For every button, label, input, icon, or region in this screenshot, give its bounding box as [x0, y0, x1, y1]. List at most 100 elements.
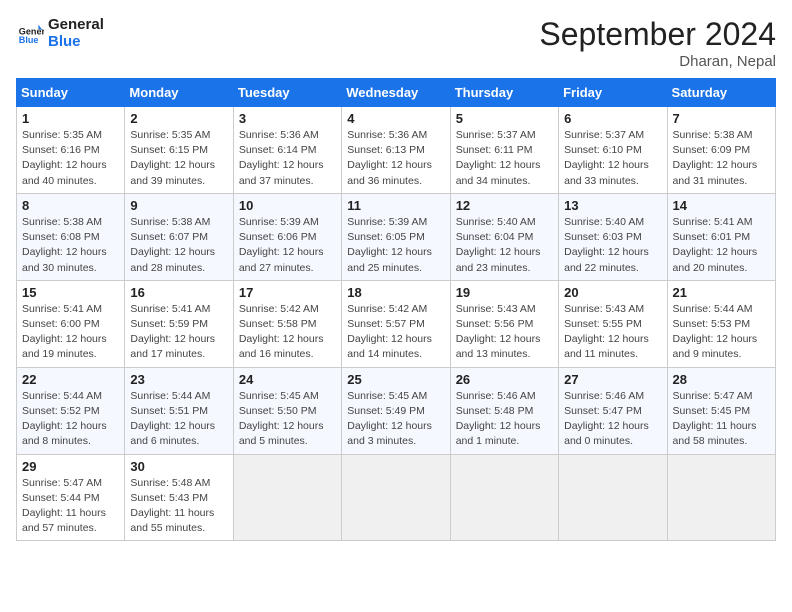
- calendar-cell: 17 Sunrise: 5:42 AM Sunset: 5:58 PM Dayli…: [233, 280, 341, 367]
- day-number: 13: [564, 198, 661, 213]
- calendar-cell: 23Sunrise: 5:44 AM Sunset: 5:51 PM Dayli…: [125, 367, 233, 454]
- calendar-cell: 7 Sunrise: 5:38 AM Sunset: 6:09 PM Daylig…: [667, 107, 775, 194]
- calendar-cell: 6 Sunrise: 5:37 AM Sunset: 6:10 PM Daylig…: [559, 107, 667, 194]
- day-number: 15: [22, 285, 119, 300]
- calendar-cell: 18 Sunrise: 5:42 AM Sunset: 5:57 PM Dayli…: [342, 280, 450, 367]
- calendar-week-row: 8 Sunrise: 5:38 AM Sunset: 6:08 PM Daylig…: [17, 193, 776, 280]
- day-info: Sunrise: 5:48 AM Sunset: 5:43 PM Dayligh…: [130, 476, 227, 537]
- day-number: 3: [239, 111, 336, 126]
- logo-text: GeneralBlue: [48, 16, 104, 50]
- day-number: 5: [456, 111, 553, 126]
- weekday-header: Saturday: [667, 79, 775, 107]
- calendar-header: SundayMondayTuesdayWednesdayThursdayFrid…: [17, 79, 776, 107]
- day-info: Sunrise: 5:36 AM Sunset: 6:14 PM Dayligh…: [239, 128, 336, 189]
- day-info: Sunrise: 5:44 AM Sunset: 5:51 PM Dayligh…: [130, 389, 227, 450]
- day-number: 22: [22, 372, 119, 387]
- day-number: 8: [22, 198, 119, 213]
- calendar-cell: 12 Sunrise: 5:40 AM Sunset: 6:04 PM Dayli…: [450, 193, 558, 280]
- day-info: Sunrise: 5:44 AM Sunset: 5:52 PM Dayligh…: [22, 389, 119, 450]
- calendar-cell: 8 Sunrise: 5:38 AM Sunset: 6:08 PM Daylig…: [17, 193, 125, 280]
- day-info: Sunrise: 5:37 AM Sunset: 6:11 PM Dayligh…: [456, 128, 553, 189]
- calendar-cell: 30 Sunrise: 5:48 AM Sunset: 5:43 PM Dayli…: [125, 454, 233, 541]
- day-number: 26: [456, 372, 553, 387]
- day-number: 28: [673, 372, 770, 387]
- calendar-cell: 11Sunrise: 5:39 AM Sunset: 6:05 PM Dayli…: [342, 193, 450, 280]
- day-info: Sunrise: 5:44 AM Sunset: 5:53 PM Dayligh…: [673, 302, 770, 363]
- day-info: Sunrise: 5:39 AM Sunset: 6:06 PM Dayligh…: [239, 215, 336, 276]
- day-info: Sunrise: 5:46 AM Sunset: 5:47 PM Dayligh…: [564, 389, 661, 450]
- day-info: Sunrise: 5:35 AM Sunset: 6:16 PM Dayligh…: [22, 128, 119, 189]
- svg-text:Blue: Blue: [19, 35, 39, 45]
- day-number: 7: [673, 111, 770, 126]
- day-number: 1: [22, 111, 119, 126]
- calendar-cell: 10 Sunrise: 5:39 AM Sunset: 6:06 PM Dayli…: [233, 193, 341, 280]
- day-number: 16: [130, 285, 227, 300]
- calendar-cell: 29Sunrise: 5:47 AM Sunset: 5:44 PM Dayli…: [17, 454, 125, 541]
- calendar-cell: [559, 454, 667, 541]
- calendar-week-row: 22 Sunrise: 5:44 AM Sunset: 5:52 PM Dayli…: [17, 367, 776, 454]
- page-header: General Blue GeneralBlue September 2024 …: [16, 16, 776, 70]
- day-info: Sunrise: 5:45 AM Sunset: 5:49 PM Dayligh…: [347, 389, 444, 450]
- calendar-cell: 28 Sunrise: 5:47 AM Sunset: 5:45 PM Dayli…: [667, 367, 775, 454]
- day-number: 9: [130, 198, 227, 213]
- calendar-cell: 4 Sunrise: 5:36 AM Sunset: 6:13 PM Daylig…: [342, 107, 450, 194]
- calendar-cell: [342, 454, 450, 541]
- day-number: 25: [347, 372, 444, 387]
- calendar-cell: 16 Sunrise: 5:41 AM Sunset: 5:59 PM Dayli…: [125, 280, 233, 367]
- calendar-week-row: 15 Sunrise: 5:41 AM Sunset: 6:00 PM Dayli…: [17, 280, 776, 367]
- logo-icon: General Blue: [16, 19, 44, 47]
- day-number: 21: [673, 285, 770, 300]
- weekday-header: Friday: [559, 79, 667, 107]
- day-number: 2: [130, 111, 227, 126]
- month-title: September 2024: [539, 16, 776, 53]
- day-number: 17: [239, 285, 336, 300]
- day-number: 11: [347, 198, 444, 213]
- day-info: Sunrise: 5:42 AM Sunset: 5:57 PM Dayligh…: [347, 302, 444, 363]
- weekday-header: Thursday: [450, 79, 558, 107]
- calendar-cell: 14 Sunrise: 5:41 AM Sunset: 6:01 PM Dayli…: [667, 193, 775, 280]
- day-number: 18: [347, 285, 444, 300]
- day-number: 12: [456, 198, 553, 213]
- calendar-cell: 1 Sunrise: 5:35 AM Sunset: 6:16 PM Daylig…: [17, 107, 125, 194]
- day-info: Sunrise: 5:36 AM Sunset: 6:13 PM Dayligh…: [347, 128, 444, 189]
- calendar-cell: 26 Sunrise: 5:46 AM Sunset: 5:48 PM Dayli…: [450, 367, 558, 454]
- day-number: 27: [564, 372, 661, 387]
- day-number: 20: [564, 285, 661, 300]
- calendar-cell: [450, 454, 558, 541]
- day-number: 19: [456, 285, 553, 300]
- calendar-cell: 15 Sunrise: 5:41 AM Sunset: 6:00 PM Dayli…: [17, 280, 125, 367]
- day-info: Sunrise: 5:40 AM Sunset: 6:04 PM Dayligh…: [456, 215, 553, 276]
- day-info: Sunrise: 5:35 AM Sunset: 6:15 PM Dayligh…: [130, 128, 227, 189]
- day-info: Sunrise: 5:41 AM Sunset: 6:01 PM Dayligh…: [673, 215, 770, 276]
- weekday-header: Monday: [125, 79, 233, 107]
- day-number: 10: [239, 198, 336, 213]
- day-info: Sunrise: 5:41 AM Sunset: 6:00 PM Dayligh…: [22, 302, 119, 363]
- calendar-cell: 24Sunrise: 5:45 AM Sunset: 5:50 PM Dayli…: [233, 367, 341, 454]
- day-number: 24: [239, 372, 336, 387]
- location-subtitle: Dharan, Nepal: [539, 53, 776, 70]
- day-number: 29: [22, 459, 119, 474]
- day-number: 14: [673, 198, 770, 213]
- calendar-cell: 9 Sunrise: 5:38 AM Sunset: 6:07 PM Daylig…: [125, 193, 233, 280]
- day-number: 4: [347, 111, 444, 126]
- day-info: Sunrise: 5:47 AM Sunset: 5:45 PM Dayligh…: [673, 389, 770, 450]
- day-info: Sunrise: 5:41 AM Sunset: 5:59 PM Dayligh…: [130, 302, 227, 363]
- day-info: Sunrise: 5:43 AM Sunset: 5:56 PM Dayligh…: [456, 302, 553, 363]
- day-info: Sunrise: 5:38 AM Sunset: 6:08 PM Dayligh…: [22, 215, 119, 276]
- calendar-cell: 3 Sunrise: 5:36 AM Sunset: 6:14 PM Daylig…: [233, 107, 341, 194]
- calendar-table: SundayMondayTuesdayWednesdayThursdayFrid…: [16, 78, 776, 541]
- calendar-cell: [667, 454, 775, 541]
- day-number: 6: [564, 111, 661, 126]
- calendar-cell: 5 Sunrise: 5:37 AM Sunset: 6:11 PM Daylig…: [450, 107, 558, 194]
- calendar-cell: [233, 454, 341, 541]
- calendar-cell: 13 Sunrise: 5:40 AM Sunset: 6:03 PM Dayli…: [559, 193, 667, 280]
- day-info: Sunrise: 5:38 AM Sunset: 6:07 PM Dayligh…: [130, 215, 227, 276]
- day-info: Sunrise: 5:43 AM Sunset: 5:55 PM Dayligh…: [564, 302, 661, 363]
- day-info: Sunrise: 5:38 AM Sunset: 6:09 PM Dayligh…: [673, 128, 770, 189]
- day-info: Sunrise: 5:40 AM Sunset: 6:03 PM Dayligh…: [564, 215, 661, 276]
- day-info: Sunrise: 5:42 AM Sunset: 5:58 PM Dayligh…: [239, 302, 336, 363]
- day-info: Sunrise: 5:37 AM Sunset: 6:10 PM Dayligh…: [564, 128, 661, 189]
- day-info: Sunrise: 5:46 AM Sunset: 5:48 PM Dayligh…: [456, 389, 553, 450]
- day-number: 30: [130, 459, 227, 474]
- calendar-week-row: 1 Sunrise: 5:35 AM Sunset: 6:16 PM Daylig…: [17, 107, 776, 194]
